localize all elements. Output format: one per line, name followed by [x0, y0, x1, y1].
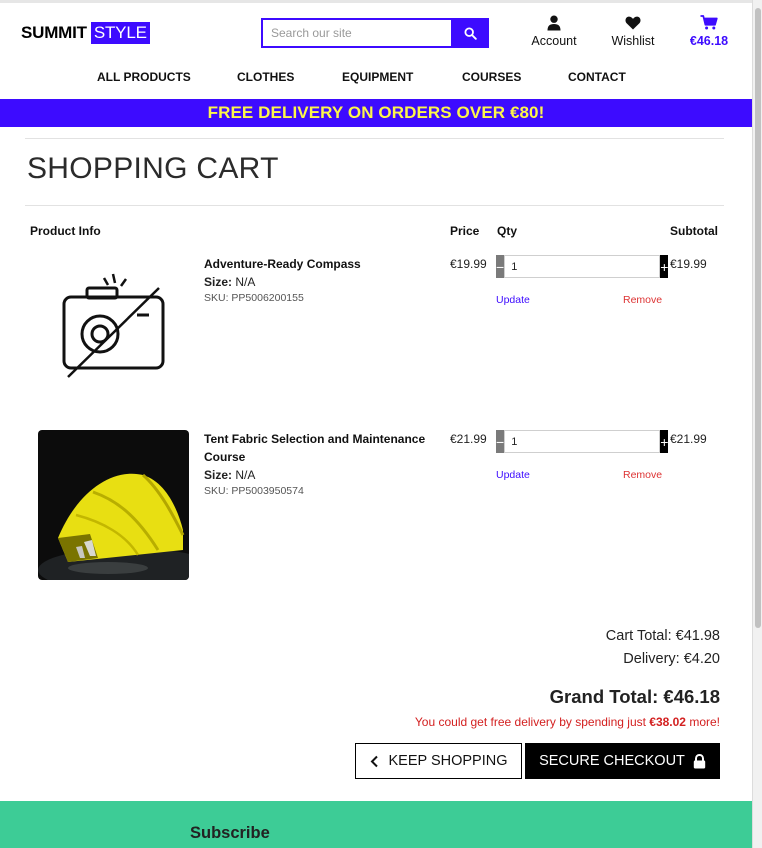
free-note-prefix: You could get free delivery by spending … [414, 715, 650, 729]
header-qty: Qty [497, 224, 518, 238]
header-product-info: Product Info [30, 224, 101, 238]
keep-shopping-label: KEEP SHOPPING [388, 753, 508, 769]
lock-icon [693, 753, 706, 769]
scrollbar[interactable] [752, 0, 762, 848]
size-value: N/A [235, 468, 256, 482]
cart-total: Cart Total: €41.98 [605, 628, 720, 644]
subscribe-heading: Subscribe [190, 824, 270, 842]
update-link[interactable]: Update [496, 469, 530, 481]
product-subtotal: €19.99 [670, 257, 707, 271]
remove-link[interactable]: Remove [623, 294, 662, 306]
size-label: Size: [204, 275, 233, 289]
product-sku: SKU: PP5003950574 [204, 485, 304, 497]
quantity-input[interactable] [504, 430, 661, 453]
free-delivery-note: You could get free delivery by spending … [415, 715, 720, 729]
cart-row: Tent Fabric Selection and Maintenance Co… [0, 0, 752, 580]
free-note-amount: €38.02 [649, 715, 686, 729]
free-note-suffix: more! [685, 715, 720, 729]
page: SUMMIT STYLE Account Wishlist [0, 0, 752, 848]
product-size: Size: N/A [204, 468, 255, 482]
increment-button[interactable]: + [660, 430, 669, 453]
quantity-input[interactable] [504, 255, 661, 278]
size-value: N/A [235, 275, 256, 289]
decrement-button[interactable]: − [496, 255, 505, 278]
header-subtotal: Subtotal [670, 224, 718, 238]
size-label: Size: [204, 468, 233, 482]
delivery-cost: Delivery: €4.20 [623, 651, 720, 667]
update-link[interactable]: Update [496, 294, 530, 306]
no-image-camera-icon [38, 255, 189, 405]
product-name[interactable]: Adventure-Ready Compass [204, 255, 440, 273]
remove-link[interactable]: Remove [623, 469, 662, 481]
header-price: Price [450, 224, 480, 238]
quantity-stepper: − + [496, 430, 669, 453]
increment-button[interactable]: + [660, 255, 669, 278]
scrollbar-thumb[interactable] [755, 8, 761, 628]
product-price: €21.99 [450, 432, 487, 446]
yellow-tent-photo [38, 430, 189, 580]
decrement-button[interactable]: − [496, 430, 505, 453]
quantity-stepper: − + [496, 255, 669, 278]
product-image [38, 430, 189, 580]
product-price: €19.99 [450, 257, 487, 271]
checkout-label: SECURE CHECKOUT [539, 753, 685, 769]
footer: Subscribe [0, 801, 752, 848]
product-sku: SKU: PP5006200155 [204, 292, 304, 304]
chevron-left-icon [370, 755, 379, 768]
product-subtotal: €21.99 [670, 432, 707, 446]
product-size: Size: N/A [204, 275, 255, 289]
product-image-placeholder [38, 255, 189, 405]
keep-shopping-button[interactable]: KEEP SHOPPING [355, 743, 522, 779]
secure-checkout-button[interactable]: SECURE CHECKOUT [525, 743, 720, 779]
product-name[interactable]: Tent Fabric Selection and Maintenance Co… [204, 430, 440, 466]
divider [25, 205, 724, 206]
grand-total: Grand Total: €46.18 [549, 686, 720, 707]
